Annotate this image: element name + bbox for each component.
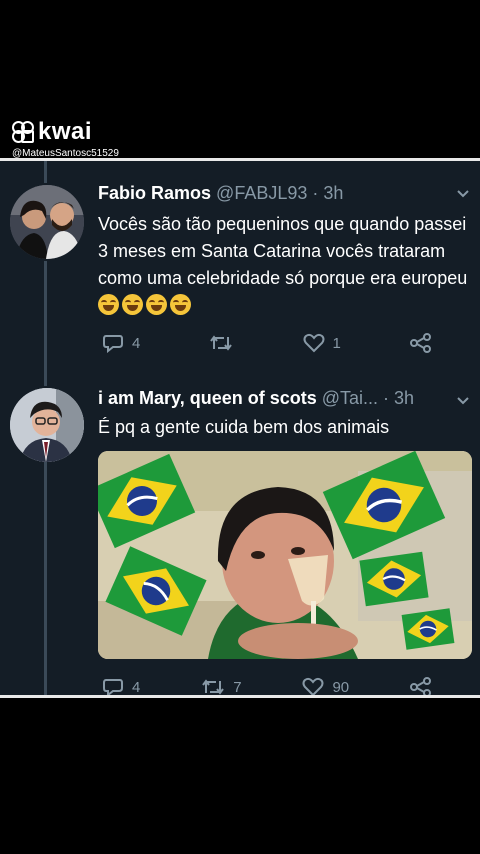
kwai-app-name: kwai	[38, 118, 93, 145]
tweet-actions: 4 1	[102, 333, 432, 353]
like-count: 90	[332, 678, 350, 696]
heart-icon	[303, 333, 325, 353]
reply-icon	[103, 679, 123, 695]
tears-of-joy-emoji-icon	[122, 294, 143, 315]
tweet-header: i am Mary, queen of scots @Tai... · 3h	[98, 388, 414, 409]
chevron-down-icon[interactable]	[456, 394, 470, 410]
author-handle-time[interactable]: @FABJL93 · 3h	[216, 183, 343, 203]
thread-line-bottom	[44, 461, 47, 695]
author-name[interactable]: i am Mary, queen of scots	[98, 388, 317, 408]
reply-icon	[103, 335, 123, 353]
tears-of-joy-emoji-icon	[146, 294, 167, 315]
tweet-text: Vocês são tão pequeninos que quando pass…	[98, 211, 472, 319]
tweet-body: Vocês são tão pequeninos que quando pass…	[98, 214, 468, 288]
retweet-icon	[210, 335, 233, 351]
reply-button[interactable]: 4	[102, 677, 141, 696]
author-handle-time[interactable]: @Tai... · 3h	[322, 388, 414, 408]
like-button[interactable]: 1	[303, 333, 341, 353]
share-button[interactable]	[410, 677, 432, 695]
retweet-icon	[202, 679, 225, 695]
kwai-watermark: kwai @MateusSantosc51529	[12, 118, 127, 159]
like-button[interactable]: 90	[302, 677, 350, 696]
reply-button[interactable]: 4	[102, 333, 140, 353]
tweet-actions: 4 7 90	[102, 677, 432, 696]
share-icon	[410, 677, 431, 695]
avatar-fabio-ramos[interactable]	[10, 185, 84, 259]
retweet-button[interactable]: 7	[201, 678, 242, 696]
avatar-mary-queen-of-scots[interactable]	[10, 388, 84, 462]
tears-of-joy-emoji-icon	[170, 294, 191, 315]
retweet-button[interactable]	[209, 334, 233, 352]
tears-of-joy-emoji-icon	[98, 294, 119, 315]
kwai-logo: kwai	[12, 118, 127, 146]
reply-count: 4	[132, 678, 141, 696]
kwai-logo-icon	[12, 121, 34, 143]
thread-line-top	[44, 161, 47, 183]
reply-count: 4	[132, 334, 141, 352]
tweet-text: É pq a gente cuida bem dos animais	[98, 417, 390, 437]
tweet-header: Fabio Ramos @FABJL93 · 3h	[98, 183, 343, 204]
like-count: 1	[332, 334, 341, 352]
tweet-screenshot: Fabio Ramos @FABJL93 · 3h Vocês são tão …	[0, 158, 480, 698]
retweet-count: 7	[233, 678, 242, 696]
share-icon	[409, 333, 431, 353]
share-button[interactable]	[409, 333, 432, 353]
author-name[interactable]: Fabio Ramos	[98, 183, 211, 203]
tweet-media-image[interactable]	[98, 451, 472, 659]
thread-line-middle	[44, 261, 47, 386]
heart-icon	[302, 677, 324, 695]
chevron-down-icon[interactable]	[456, 187, 470, 203]
